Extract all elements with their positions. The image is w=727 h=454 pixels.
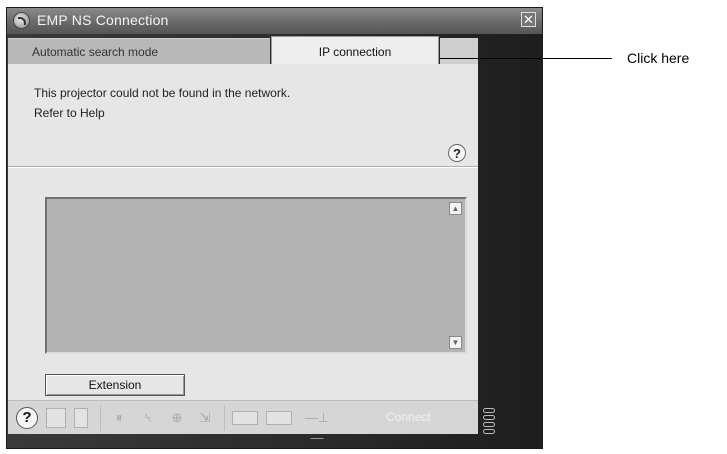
refer-help-message: Refer to Help bbox=[34, 106, 105, 120]
extension-button[interactable]: Extension bbox=[45, 374, 185, 396]
document-icon[interactable] bbox=[74, 408, 88, 428]
close-button[interactable]: ✕ bbox=[521, 12, 536, 27]
scroll-up-arrow-icon[interactable]: ▲ bbox=[449, 202, 462, 215]
pause-icon[interactable]: ⏸ bbox=[108, 408, 130, 428]
separator bbox=[100, 405, 101, 431]
tab-ip-connection[interactable]: IP connection bbox=[271, 36, 439, 66]
window-title: EMP NS Connection bbox=[37, 12, 169, 28]
resize-grip-icon[interactable] bbox=[483, 408, 497, 438]
projector-list[interactable]: ▲ ▼ bbox=[45, 197, 467, 354]
help-icon[interactable]: ? bbox=[16, 407, 38, 429]
tab-automatic-search-mode[interactable]: Automatic search mode bbox=[8, 38, 270, 64]
not-found-message: This projector could not be found in the… bbox=[34, 86, 291, 100]
scroll-down-arrow-icon[interactable]: ▼ bbox=[449, 336, 462, 349]
title-bar: EMP NS Connection ✕ bbox=[7, 8, 542, 34]
keyboard-icon[interactable] bbox=[266, 411, 292, 425]
callout-text: Click here bbox=[627, 50, 690, 66]
connect-line-icon: —⊥— bbox=[304, 410, 330, 445]
separator bbox=[224, 405, 225, 431]
divider bbox=[8, 166, 478, 168]
rotate-icon[interactable]: ⇲ bbox=[194, 408, 216, 428]
app-icon bbox=[13, 12, 30, 29]
connect-button[interactable]: Connect bbox=[386, 410, 431, 424]
video-icon[interactable] bbox=[232, 411, 258, 425]
tab-filler bbox=[440, 38, 478, 64]
monitor-icon[interactable] bbox=[46, 408, 66, 428]
bottom-toolbar: ? ⏸ ⍀ ⊕ ⇲ —⊥— Connect bbox=[8, 400, 478, 445]
content-panel: This projector could not be found in the… bbox=[8, 64, 478, 424]
zoom-icon[interactable]: ⊕ bbox=[166, 408, 188, 428]
help-icon[interactable]: ? bbox=[448, 144, 466, 162]
callout-line bbox=[440, 58, 612, 59]
mute-icon[interactable]: ⍀ bbox=[136, 408, 160, 428]
